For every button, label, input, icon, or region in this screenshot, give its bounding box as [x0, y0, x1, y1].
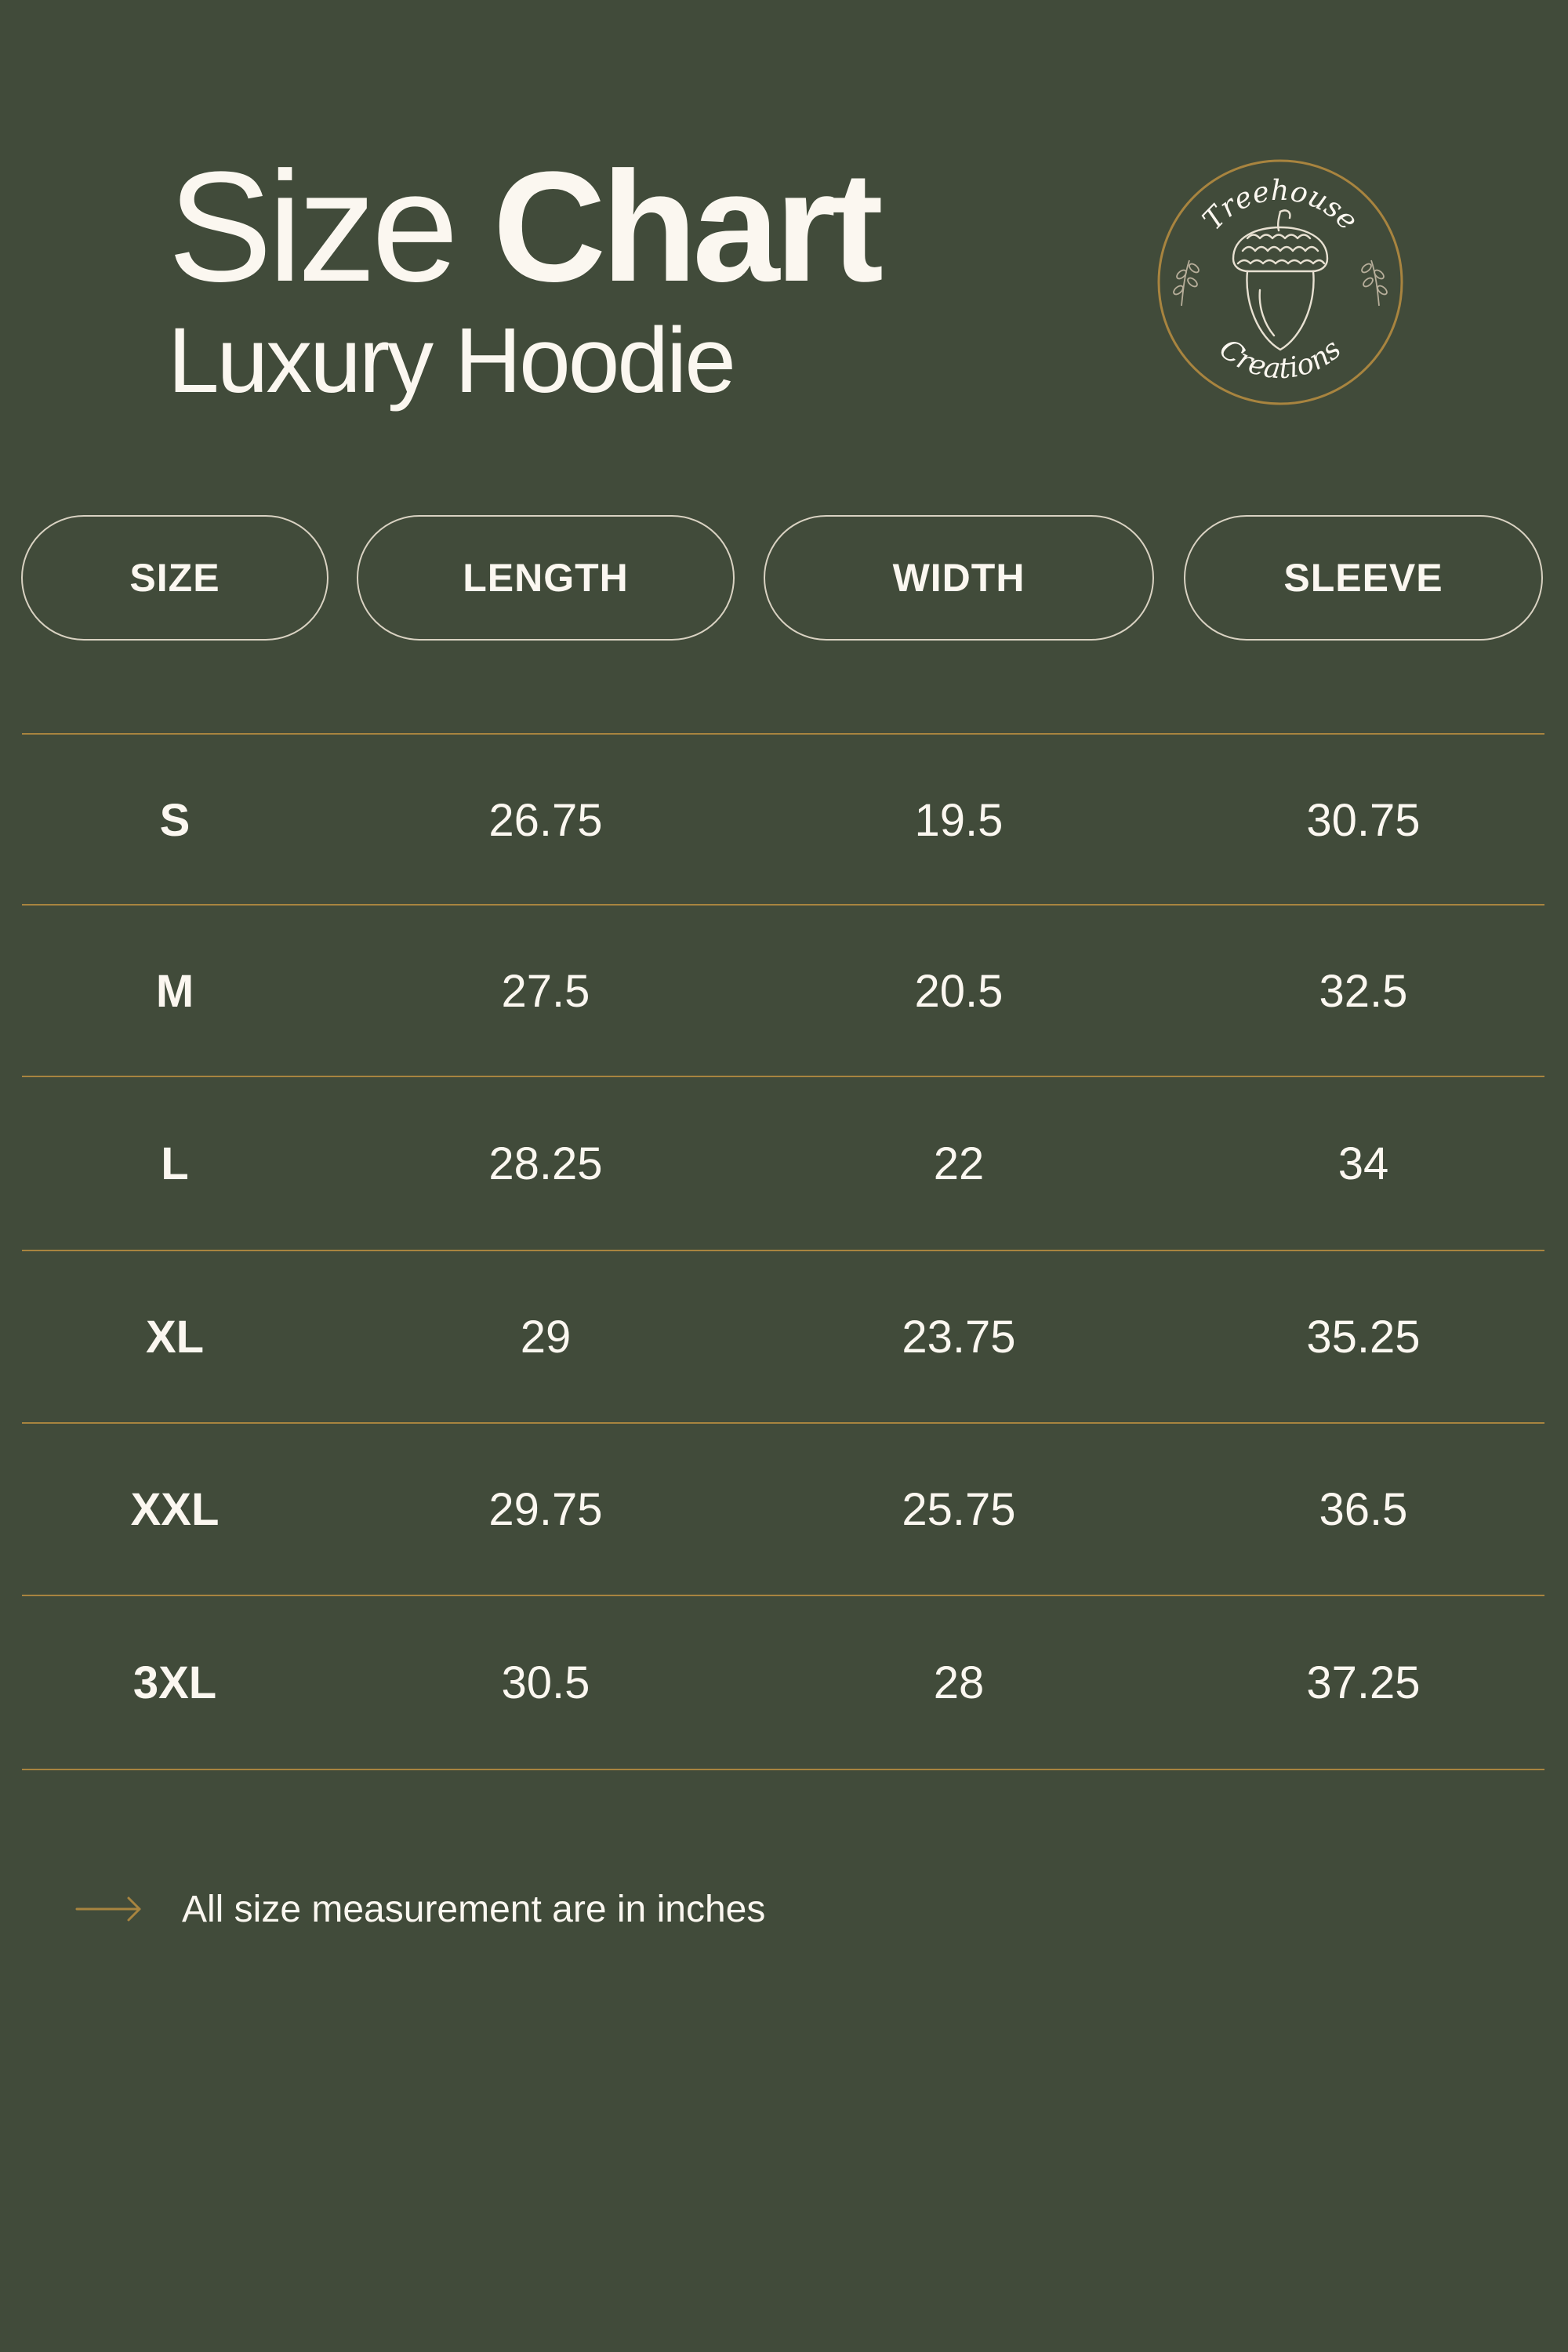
cell-length: 29: [520, 1311, 572, 1363]
column-header-sleeve: SLEEVE: [1184, 515, 1543, 641]
cell-size: 3XL: [132, 1657, 217, 1708]
cell-sleeve: 32.5: [1319, 965, 1408, 1017]
table-divider: [22, 1769, 1544, 1770]
cell-width: 25.75: [902, 1483, 1016, 1535]
cell-length: 26.75: [488, 794, 603, 846]
table-row: S 26.75 19.5 30.75: [0, 734, 1568, 906]
cell-sleeve: 37.25: [1306, 1657, 1421, 1708]
table-row: XL 29 23.75 35.25: [0, 1250, 1568, 1423]
column-header-size: SIZE: [21, 515, 328, 641]
cell-sleeve: 34: [1338, 1138, 1389, 1189]
cell-size: XL: [145, 1311, 205, 1363]
table-row: XXL 29.75 25.75 36.5: [0, 1423, 1568, 1595]
cell-width: 22: [933, 1138, 985, 1189]
title-bold-word: Chart: [492, 140, 884, 314]
cell-length: 28.25: [488, 1138, 603, 1189]
cell-size: M: [155, 965, 194, 1017]
cell-length: 27.5: [501, 965, 590, 1017]
cell-width: 19.5: [914, 794, 1004, 846]
table-row: 3XL 30.5 28 37.25: [0, 1596, 1568, 1769]
cell-length: 30.5: [501, 1657, 590, 1708]
size-chart-page: Size Chart Luxury Hoodie Treehouse Creat…: [0, 0, 1568, 2352]
logo-bottom-text: Creations: [1213, 332, 1347, 385]
column-header-width: WIDTH: [764, 515, 1154, 641]
acorn-icon: [1232, 209, 1329, 351]
cell-sleeve: 36.5: [1319, 1483, 1408, 1535]
page-title: Size Chart: [168, 149, 1030, 314]
title-regular-word: Size: [168, 140, 459, 314]
column-header-length: LENGTH: [357, 515, 735, 641]
cell-length: 29.75: [488, 1483, 603, 1535]
cell-size: L: [161, 1138, 189, 1189]
table-row: L 28.25 22 34: [0, 1077, 1568, 1250]
treehouse-creations-logo: Treehouse Creations: [1155, 157, 1406, 408]
cell-sleeve: 35.25: [1306, 1311, 1421, 1363]
leaf-sprig-right-icon: [1361, 260, 1388, 307]
measurement-footnote: All size measurement are in inches: [75, 1882, 765, 1936]
page-subtitle: Luxury Hoodie: [168, 309, 736, 412]
leaf-sprig-left-icon: [1173, 260, 1200, 307]
cell-width: 28: [933, 1657, 985, 1708]
title-block: Size Chart Luxury Hoodie: [168, 149, 1030, 408]
arrow-right-icon: [75, 1893, 143, 1925]
footnote-text: All size measurement are in inches: [182, 1888, 766, 1930]
cell-width: 23.75: [902, 1311, 1016, 1363]
cell-sleeve: 30.75: [1306, 794, 1421, 846]
logo-seal: Treehouse Creations: [1157, 159, 1403, 405]
cell-size: S: [159, 794, 191, 846]
table-row: M 27.5 20.5 32.5: [0, 905, 1568, 1077]
cell-size: XXL: [130, 1483, 220, 1535]
cell-width: 20.5: [914, 965, 1004, 1017]
